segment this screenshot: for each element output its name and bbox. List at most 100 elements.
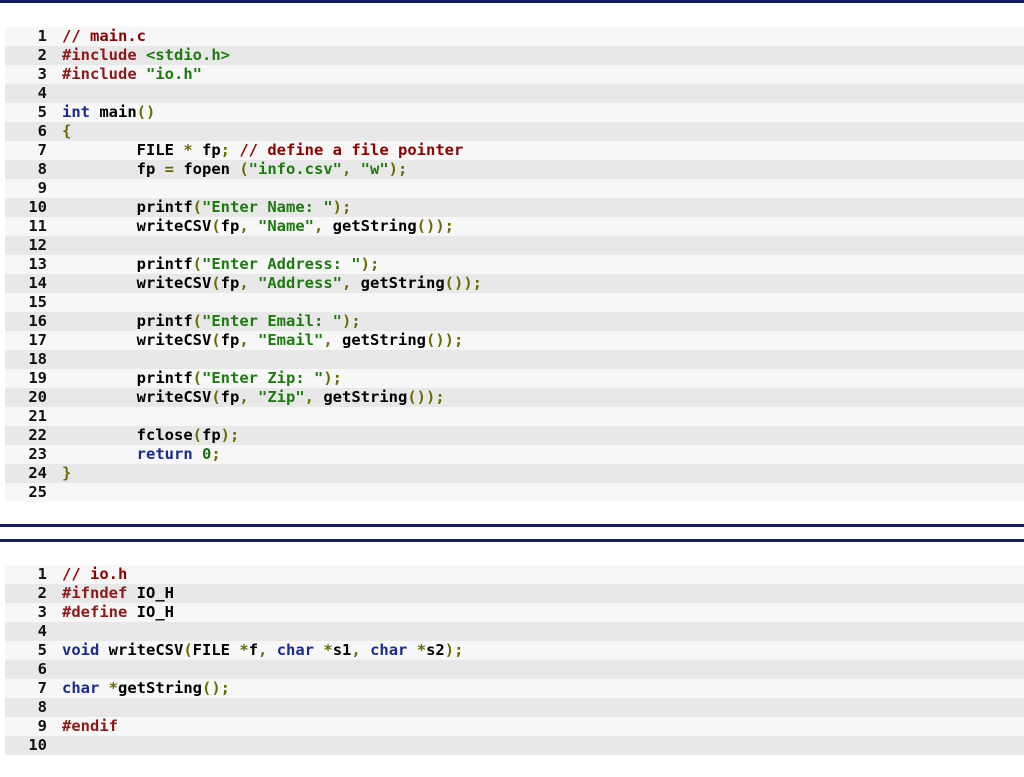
line-number: 5 <box>37 103 47 121</box>
line-number: 8 <box>37 160 47 178</box>
code-token: "Name" <box>258 217 314 235</box>
code-token: fp <box>192 141 221 159</box>
code-token: ( <box>192 255 202 273</box>
code-token: char <box>370 641 417 659</box>
code-token: , <box>314 217 333 235</box>
code-token: #endif <box>62 717 118 735</box>
code-token: fopen <box>174 160 240 178</box>
code-token: ( <box>211 388 221 406</box>
code-token: char <box>276 641 324 659</box>
code-line: 5 void writeCSV(FILE *f, char *s1, char *… <box>5 641 1024 660</box>
code-line: 25 <box>5 483 1024 502</box>
code-line: 1 // io.h <box>5 565 1024 584</box>
code-token: fp <box>202 426 221 444</box>
line-number: 6 <box>37 122 47 140</box>
code-line: 7 char *getString(); <box>5 679 1024 698</box>
code-line: 2 #include <stdio.h> <box>5 46 1024 65</box>
line-source <box>47 350 62 369</box>
code-listing-page: 1// main.c 2 #include <stdio.h> 3 #include "… <box>0 0 1024 777</box>
line-source: #ifndef IO_H <box>47 584 174 603</box>
code-token: ; <box>211 445 221 463</box>
code-token: * <box>108 679 119 697</box>
code-token: , <box>304 388 324 406</box>
line-source: int main() <box>47 103 155 122</box>
line-number: 7 <box>37 679 47 697</box>
line-source: printf("Enter Zip: "); <box>47 369 342 388</box>
code-token: , <box>323 331 342 349</box>
line-number: 8 <box>37 698 47 716</box>
code-line: 12 <box>5 236 1024 255</box>
code-token: fclose <box>62 426 193 444</box>
line-source <box>47 698 62 717</box>
code-token: writeCSV <box>62 388 212 406</box>
line-number: 15 <box>28 293 47 311</box>
code-token: (); <box>202 679 231 697</box>
line-source <box>47 293 62 312</box>
line-number: 9 <box>37 717 47 735</box>
code-token: * <box>183 141 193 159</box>
code-line: 10 printf("Enter Name: "); <box>5 198 1024 217</box>
code-token: void <box>62 641 100 659</box>
code-token: * <box>323 641 333 659</box>
code-token: ( <box>211 331 221 349</box>
code-token: FILE <box>192 641 240 659</box>
line-number: 23 <box>28 445 47 463</box>
code-token: "Enter Name: " <box>202 198 333 216</box>
line-number: 6 <box>37 660 47 678</box>
line-number: 19 <box>28 369 47 387</box>
code-token: , <box>351 641 371 659</box>
code-token: printf <box>62 198 193 216</box>
code-token: fp <box>220 331 240 349</box>
code-token: "Zip" <box>258 388 305 406</box>
line-number: 25 <box>28 483 47 501</box>
line-source: // main.c <box>47 27 146 46</box>
line-number: 1 <box>37 27 47 45</box>
code-token: , <box>239 388 258 406</box>
line-source: } <box>47 464 71 483</box>
line-source <box>47 483 62 502</box>
code-token: printf <box>62 255 193 273</box>
line-source: { <box>47 122 71 141</box>
code-line: 6 <box>5 660 1024 679</box>
line-source: writeCSV(fp, "Email", getString()); <box>47 331 464 350</box>
line-source: writeCSV(fp, "Address", getString()); <box>47 274 482 293</box>
code-token: fp <box>220 217 240 235</box>
code-token: ); <box>341 312 361 330</box>
code-token: ( <box>192 369 202 387</box>
code-token: ( <box>239 160 249 178</box>
code-token: "Enter Address: " <box>202 255 361 273</box>
code-token: printf <box>62 369 193 387</box>
code-token: return <box>62 445 202 463</box>
code-token: writeCSV <box>99 641 184 659</box>
line-number: 11 <box>28 217 47 235</box>
code-token: #ifndef <box>62 584 137 602</box>
line-source: fclose(fp); <box>47 426 240 445</box>
code-line: 19 printf("Enter Zip: "); <box>5 369 1024 388</box>
code-token: getString <box>360 274 445 292</box>
code-line: 2 #ifndef IO_H <box>5 584 1024 603</box>
code-line: 4 <box>5 84 1024 103</box>
line-source: FILE * fp; // define a file pointer <box>47 141 464 160</box>
code-token: () <box>136 103 156 121</box>
line-number: 3 <box>37 65 47 83</box>
code-token: , <box>342 274 361 292</box>
code-line: 16 printf("Enter Email: "); <box>5 312 1024 331</box>
code-token: ( <box>192 198 202 216</box>
line-source <box>47 407 62 426</box>
code-token: fp <box>62 160 165 178</box>
code-token: getString <box>118 679 203 697</box>
code-line: 3 #define IO_H <box>5 603 1024 622</box>
code-token: getString <box>332 217 417 235</box>
code-token: "Address" <box>258 274 342 292</box>
code-token: ( <box>192 312 202 330</box>
line-source: #define IO_H <box>47 603 174 622</box>
line-source: printf("Enter Name: "); <box>47 198 352 217</box>
code-token: * <box>416 641 427 659</box>
code-line: 1 // main.c <box>5 27 1024 46</box>
code-token: // define a file pointer <box>230 141 464 159</box>
code-token: #include <box>62 46 146 64</box>
code-token: = <box>164 160 174 178</box>
line-source <box>47 179 62 198</box>
code-token: #define <box>62 603 137 621</box>
code-token: "Email" <box>258 331 324 349</box>
